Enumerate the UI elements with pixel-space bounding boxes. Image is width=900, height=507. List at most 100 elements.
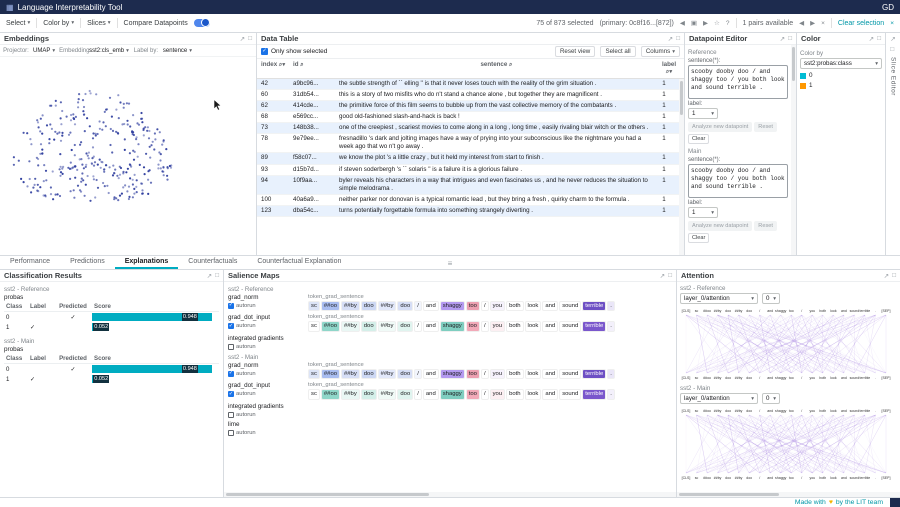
maximize-icon[interactable]: □ xyxy=(248,35,252,43)
reset-button[interactable]: Reset xyxy=(754,221,777,231)
maximize-icon[interactable]: □ xyxy=(890,46,895,53)
table-row[interactable]: 62414cde...the primitive force of this f… xyxy=(257,101,679,112)
autorun-checkbox[interactable]: autorun xyxy=(228,344,308,350)
close-pair-button[interactable]: × xyxy=(821,20,825,27)
embedding-select[interactable]: sst2:cls_emb▾ xyxy=(89,48,129,54)
user-initials[interactable]: GD xyxy=(882,3,894,12)
table-row[interactable]: 89f58c07...we know the plot 's a little … xyxy=(257,153,679,164)
only-show-selected-checkbox[interactable]: ✓ Only show selected xyxy=(261,48,327,55)
help-button[interactable]: ? xyxy=(726,20,730,27)
horizontal-scrollbar[interactable] xyxy=(224,492,676,497)
cell-id: 9e79ee... xyxy=(291,135,337,151)
popout-icon[interactable]: ↗ xyxy=(660,272,665,280)
clear-selection-button[interactable]: Clear selection xyxy=(838,20,884,27)
scrollbar-thumb[interactable] xyxy=(792,47,795,81)
autorun-checkbox[interactable]: ✓autorun xyxy=(228,371,308,377)
tab-counterfactuals[interactable]: Counterfactuals xyxy=(178,256,247,269)
search-icon[interactable]: ⌕ xyxy=(509,61,512,68)
tab-predictions[interactable]: Predictions xyxy=(60,256,115,269)
color-by-menu[interactable]: Color by▾ xyxy=(43,20,74,27)
checkbox-checked-icon: ✓ xyxy=(228,391,234,397)
columns-button[interactable]: Columns▾ xyxy=(641,46,680,57)
layer-select[interactable]: layer_0/attention▾ xyxy=(680,393,758,404)
scrollbar-thumb[interactable] xyxy=(679,493,779,496)
popout-icon[interactable]: ↗ xyxy=(240,35,245,43)
head-select[interactable]: 0▾ xyxy=(762,293,780,304)
maximize-icon[interactable]: □ xyxy=(788,35,792,43)
column-header-id[interactable]: id ⌕ xyxy=(291,61,337,76)
embedding-scatter[interactable] xyxy=(0,57,256,255)
prev-datapoint-button[interactable]: ◀ xyxy=(680,19,685,27)
maximize-icon[interactable]: □ xyxy=(676,35,680,43)
favorite-button[interactable]: ☆ xyxy=(714,19,720,27)
autorun-checkbox[interactable]: autorun xyxy=(228,412,308,418)
analyze-new-datapoint-button[interactable]: Analyze new datapoint xyxy=(688,221,752,231)
table-row[interactable]: 9410f9aa...byler reveals his characters … xyxy=(257,176,679,195)
maximize-icon[interactable]: □ xyxy=(877,35,881,43)
autorun-checkbox[interactable]: ✓autorun xyxy=(228,303,308,309)
search-icon[interactable]: ⌕ xyxy=(300,61,303,68)
table-row[interactable]: 789e79ee...fresnadillo 's dark and jolti… xyxy=(257,134,679,153)
popout-icon[interactable]: ↗ xyxy=(890,35,895,43)
reset-view-button[interactable]: Reset view xyxy=(555,46,595,57)
table-row[interactable]: 68e569cc...good old-fashioned slash-and-… xyxy=(257,112,679,123)
label-select[interactable]: 1▾ xyxy=(688,207,718,218)
table-row[interactable]: 42a9bc96...the subtle strength of `` ell… xyxy=(257,79,679,90)
tab-explanations[interactable]: Explanations xyxy=(115,256,179,269)
color-by-select[interactable]: sst2:probas:class ▾ xyxy=(800,58,882,69)
clear-selection-icon[interactable]: × xyxy=(890,20,894,27)
layer-select[interactable]: layer_0/attention▾ xyxy=(680,293,758,304)
sentence-field[interactable]: scooby dooby doo / and shaggy too / you … xyxy=(688,164,788,198)
select-all-button[interactable]: Select all xyxy=(600,46,635,57)
scrollbar-thumb[interactable] xyxy=(226,493,429,496)
popout-icon[interactable]: ↗ xyxy=(207,272,212,280)
clear-button[interactable]: Clear xyxy=(688,233,709,243)
maximize-icon[interactable]: □ xyxy=(668,272,672,280)
next-pair-button[interactable]: ▶ xyxy=(810,19,815,27)
compare-datapoints-toggle[interactable] xyxy=(194,19,210,27)
select-menu[interactable]: Select▾ xyxy=(6,20,30,27)
salience-token: and xyxy=(542,321,558,331)
pin-datapoint-button[interactable]: ▣ xyxy=(691,19,697,27)
table-row[interactable]: 6031db54...this is a story of two misfit… xyxy=(257,90,679,101)
popout-icon[interactable]: ↗ xyxy=(884,272,889,280)
label-select[interactable]: 1▾ xyxy=(688,108,718,119)
column-header-index[interactable]: index ⌕▾ xyxy=(259,61,291,76)
label-by-select[interactable]: sentence▾ xyxy=(163,48,192,54)
clear-button[interactable]: Clear xyxy=(688,134,709,144)
column-header-sentence[interactable]: sentence ⌕ xyxy=(337,61,656,76)
svg-text:and: and xyxy=(767,476,773,480)
maximize-icon[interactable]: □ xyxy=(215,272,219,280)
next-datapoint-button[interactable]: ▶ xyxy=(703,19,708,27)
projector-select[interactable]: UMAP▾ xyxy=(33,48,55,54)
sort-icon[interactable]: ▾ xyxy=(282,62,285,68)
slices-menu[interactable]: Slices▾ xyxy=(87,20,110,27)
maximize-icon[interactable]: □ xyxy=(892,272,896,280)
scrollbar-thumb[interactable] xyxy=(680,81,683,115)
vertical-scrollbar[interactable] xyxy=(791,45,796,255)
popout-icon[interactable]: ↗ xyxy=(869,35,874,43)
table-row[interactable]: 93d15b7d...if steven soderbergh 's `` so… xyxy=(257,165,679,176)
popout-icon[interactable]: ↗ xyxy=(780,35,785,43)
autorun-checkbox[interactable]: autorun xyxy=(228,430,308,436)
slice-editor-strip[interactable]: ↗ □ Slice Editor xyxy=(886,33,900,255)
horizontal-scrollbar[interactable] xyxy=(677,492,900,497)
vertical-scrollbar[interactable] xyxy=(679,79,684,255)
autorun-checkbox[interactable]: ✓autorun xyxy=(228,391,308,397)
autorun-checkbox[interactable]: ✓autorun xyxy=(228,323,308,329)
prev-pair-button[interactable]: ◀ xyxy=(799,19,804,27)
table-row[interactable]: 10040a6a9...neither parker nor donovan i… xyxy=(257,195,679,206)
table-row[interactable]: 123dba54c...turns potentially forgettabl… xyxy=(257,206,679,217)
sentence-field[interactable]: scooby dooby doo / and shaggy too / you … xyxy=(688,65,788,99)
analyze-new-datapoint-button[interactable]: Analyze new datapoint xyxy=(688,122,752,132)
head-select[interactable]: 0▾ xyxy=(762,393,780,404)
tab-counterfactual-explanation[interactable]: Counterfactual Explanation xyxy=(247,256,351,269)
sort-icon[interactable]: ▾ xyxy=(669,69,672,75)
table-row[interactable]: 73148b38...one of the creepiest , scarie… xyxy=(257,123,679,134)
popout-icon[interactable]: ↗ xyxy=(668,35,673,43)
resize-handle[interactable]: ≡ xyxy=(448,256,453,271)
slice-editor-label[interactable]: Slice Editor xyxy=(890,57,897,96)
reset-button[interactable]: Reset xyxy=(754,122,777,132)
tab-performance[interactable]: Performance xyxy=(0,256,60,269)
column-header-label[interactable]: label ⌕▾ xyxy=(656,61,682,76)
